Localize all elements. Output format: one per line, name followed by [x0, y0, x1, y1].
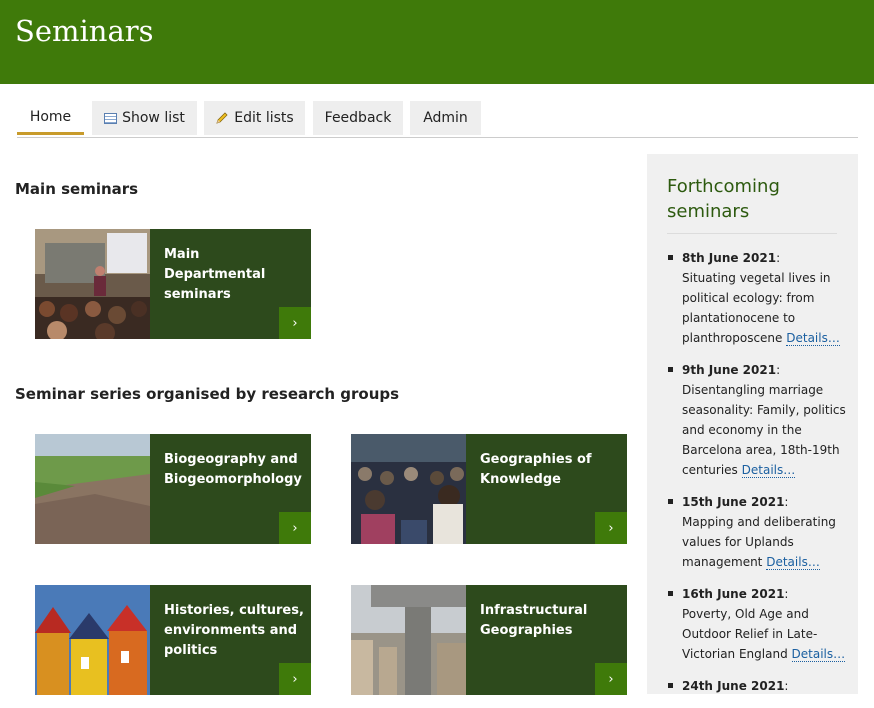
card-title: Main Departmental seminars: [164, 247, 266, 302]
event-date-separator: :: [784, 679, 789, 693]
tab-home[interactable]: Home: [17, 101, 84, 135]
bullet-icon: [668, 367, 673, 372]
bullet-icon: [668, 591, 673, 596]
chevron-right-icon[interactable]: ›: [279, 307, 311, 339]
card-panel: Geographies of Knowledge ›: [466, 434, 627, 544]
chevron-right-icon[interactable]: ›: [595, 663, 627, 695]
card-panel: Main Departmental seminars ›: [150, 229, 311, 339]
divider: [667, 233, 837, 234]
sidebar-title: Forthcoming seminars: [667, 176, 780, 222]
card-panel: Histories, cultures, environments and po…: [150, 585, 311, 695]
seminar-card-geographies-of-knowledge[interactable]: Geographies of Knowledge ›: [351, 434, 627, 544]
event-date-separator: :: [776, 251, 781, 265]
seminar-card-infrastructural[interactable]: Infrastructural Geographies ›: [351, 585, 627, 695]
event-date: 9th June 2021: [682, 363, 777, 377]
chevron-right-icon[interactable]: ›: [279, 663, 311, 695]
list-icon: [104, 112, 118, 124]
card-panel: Biogeography and Biogeomorphology ›: [150, 434, 311, 544]
event-date: 8th June 2021: [682, 251, 777, 265]
seminar-card-main-departmental[interactable]: Main Departmental seminars ›: [35, 229, 311, 339]
bullet-icon: [668, 683, 673, 688]
card-title: Biogeography and Biogeomorphology: [164, 452, 302, 487]
event-item: 8th June 2021: Situating vegetal lives i…: [667, 248, 847, 348]
details-link[interactable]: Details…: [766, 555, 820, 570]
tab-edit-lists-label: Edit lists: [234, 110, 294, 126]
main-seminars-heading: Main seminars: [15, 180, 139, 198]
event-date-separator: :: [784, 495, 789, 509]
card-title: Histories, cultures, environments and po…: [164, 603, 304, 658]
tab-feedback[interactable]: Feedback: [313, 101, 403, 135]
research-groups-heading: Seminar series organised by research gro…: [15, 385, 400, 403]
seminar-card-histories-cultures[interactable]: Histories, cultures, environments and po…: [35, 585, 311, 695]
card-image: [351, 434, 466, 544]
tab-show-list[interactable]: Show list: [92, 101, 197, 135]
card-image: [35, 434, 150, 544]
event-item: 16th June 2021: Poverty, Old Age and Out…: [667, 584, 847, 664]
card-image: [35, 229, 150, 339]
tab-home-label: Home: [29, 108, 72, 125]
event-item: 9th June 2021: Disentangling marriage se…: [667, 360, 847, 480]
event-date: 24th June 2021: [682, 679, 785, 693]
bullet-icon: [668, 499, 673, 504]
card-image: [35, 585, 150, 695]
event-date: 16th June 2021: [682, 587, 785, 601]
chevron-right-icon[interactable]: ›: [279, 512, 311, 544]
tab-feedback-label: Feedback: [324, 110, 392, 126]
card-title: Geographies of Knowledge: [480, 452, 592, 487]
bullet-icon: [668, 255, 673, 260]
site-title: Seminars: [15, 14, 154, 48]
event-date-separator: :: [784, 587, 789, 601]
event-date: 15th June 2021: [682, 495, 785, 509]
chevron-right-icon[interactable]: ›: [595, 512, 627, 544]
event-list: 8th June 2021: Situating vegetal lives i…: [667, 248, 847, 708]
nav-tabs: Home Show list Edit lists Feedback Admin: [17, 101, 858, 138]
details-link[interactable]: Details…: [786, 331, 840, 346]
event-item: 24th June 2021:: [667, 676, 847, 696]
pencil-icon: [216, 112, 228, 124]
card-title: Infrastructural Geographies: [480, 603, 588, 638]
details-link[interactable]: Details…: [791, 647, 846, 662]
tab-show-list-label: Show list: [122, 110, 185, 126]
card-panel: Infrastructural Geographies ›: [466, 585, 627, 695]
tab-admin-label: Admin: [423, 110, 468, 126]
site-header: Seminars: [0, 0, 874, 84]
details-link[interactable]: Details…: [741, 463, 796, 478]
event-item: 15th June 2021: Mapping and deliberating…: [667, 492, 847, 572]
seminar-card-biogeography[interactable]: Biogeography and Biogeomorphology ›: [35, 434, 311, 544]
tab-edit-lists[interactable]: Edit lists: [204, 101, 305, 135]
tab-admin[interactable]: Admin: [410, 101, 481, 135]
card-image: [351, 585, 466, 695]
event-date-separator: :: [776, 363, 781, 377]
forthcoming-sidebar: Forthcoming seminars 8th June 2021: Situ…: [647, 154, 858, 694]
